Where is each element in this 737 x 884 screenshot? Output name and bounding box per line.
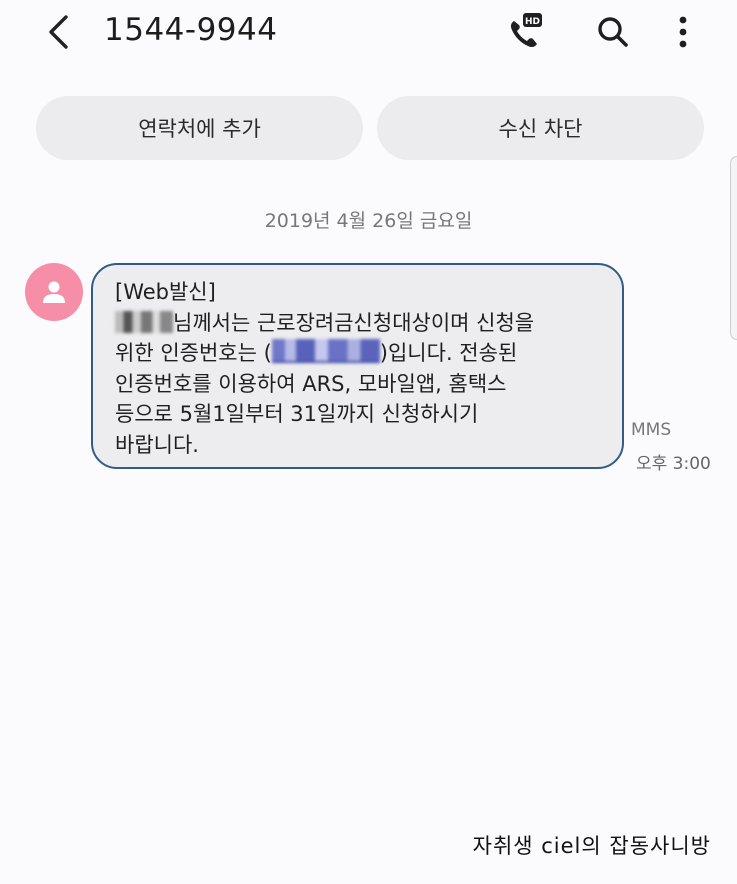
sender-tag: [Web발신]: [115, 280, 216, 304]
avatar[interactable]: [25, 263, 83, 321]
block-number-button[interactable]: 수신 차단: [377, 96, 704, 160]
message-line-4: 등으로 5월1일부터 31일까지 신청하시기: [115, 402, 479, 426]
message-timestamp: 오후 3:00: [636, 454, 711, 474]
message-line-3: 인증번호를 이용하여 ARS, 모바일앱, 홈택스: [115, 371, 507, 396]
message-line-1: 님께서는 근로장려금신청대상이며 신청을: [173, 310, 535, 335]
conversation-title: 1544-9944: [104, 12, 278, 48]
message-body: [Web발신] 님께서는 근로장려금신청대상이며 신청을 위한 인증번호는 ()…: [115, 277, 602, 460]
date-divider: 2019년 4월 26일 금요일: [264, 210, 473, 232]
hd-call-button[interactable]: HD: [505, 12, 545, 52]
more-options-button[interactable]: [663, 12, 703, 52]
redacted-verification-code[interactable]: [271, 339, 380, 363]
person-icon: [43, 281, 65, 303]
message-line-2a: 위한 인증번호는 (: [115, 341, 272, 365]
more-vert-icon: [679, 16, 687, 48]
back-button[interactable]: [38, 10, 78, 54]
message-bubble[interactable]: [Web발신] 님께서는 근로장려금신청대상이며 신청을 위한 인증번호는 ()…: [91, 263, 624, 469]
message-line-2b: )입니다. 전송된: [379, 341, 518, 365]
message-type-label: MMS: [631, 420, 672, 440]
back-arrow-icon: [49, 15, 68, 49]
hd-badge-label: HD: [525, 17, 540, 27]
search-icon: [598, 17, 628, 47]
add-to-contacts-button[interactable]: 연락처에 추가: [36, 96, 363, 160]
watermark: 자취생 ciel의 잡동사니방: [472, 834, 711, 858]
redacted-name: [115, 310, 173, 333]
scroll-handle[interactable]: [730, 156, 737, 340]
message-line-5: 바랍니다.: [115, 432, 199, 457]
hd-call-icon: HD: [510, 13, 542, 48]
search-button[interactable]: [593, 12, 633, 52]
top-app-bar: 1544-9944 HD: [0, 0, 737, 70]
